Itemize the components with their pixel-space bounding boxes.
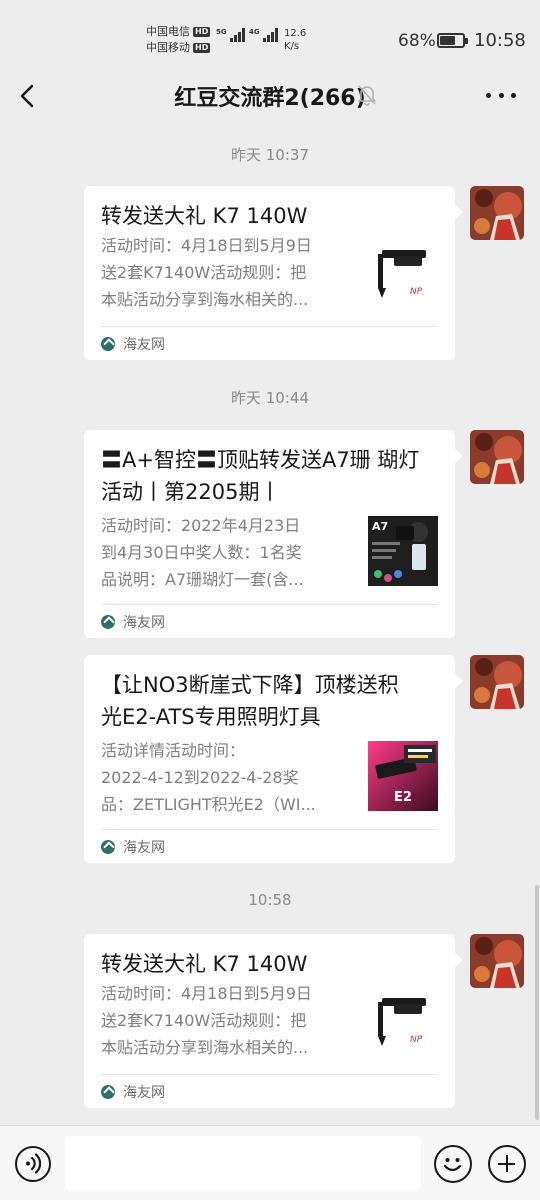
card-thumbnail: E2 <box>368 741 438 811</box>
message-timestamp: 10:58 <box>248 891 292 909</box>
svg-text:E2: E2 <box>394 790 412 805</box>
voice-button[interactable] <box>15 1146 51 1182</box>
message-timestamp: 昨天 10:44 <box>231 389 309 407</box>
avatar[interactable] <box>470 655 524 709</box>
card-title: 【让NO3断崖式下降】顶楼送积 光E2-ATS专用照明灯具 <box>101 673 399 729</box>
status-bar: 中国电信 HD 中国移动 HD 5G 4G 12.6 K/s 68% 10:58 <box>0 0 540 70</box>
emoji-icon <box>443 1158 462 1172</box>
svg-text:NP: NP <box>410 287 423 297</box>
clock: 10:58 <box>474 30 526 51</box>
avatar[interactable] <box>470 186 524 240</box>
card-title: 转发送大礼 K7 140W <box>101 204 308 228</box>
signal-4g-icon: 4G <box>249 28 278 42</box>
signal-5g-icon: 5G <box>216 28 245 42</box>
battery-icon <box>437 33 468 48</box>
carrier-2-label: 中国移动 <box>146 41 190 54</box>
svg-text:A7: A7 <box>372 520 388 533</box>
chat-title: 红豆交流群2(266) <box>174 86 366 111</box>
hd-badge: HD <box>193 43 211 53</box>
card-description: 活动时间：4月18日到5月9日 送2套K7140W活动规则：把 本贴活动分享到海… <box>101 236 312 309</box>
link-card[interactable]: 【让NO3断崖式下降】顶楼送积 光E2-ATS专用照明灯具 活动详情活动时间： … <box>84 655 463 863</box>
message-timestamp: 昨天 10:37 <box>231 146 309 164</box>
card-source: 海友网 <box>101 1082 165 1102</box>
source-logo-icon <box>101 337 115 351</box>
more-icon <box>486 92 491 98</box>
more-button[interactable] <box>486 88 516 102</box>
hd-badge: HD <box>193 27 211 37</box>
card-title: 〓A+智控〓顶贴转发送A7珊 瑚灯 活动丨第2205期丨 <box>101 448 420 504</box>
card-thumbnail: A7 <box>368 516 438 586</box>
card-source: 海友网 <box>101 612 165 632</box>
card-title: 转发送大礼 K7 140W <box>101 952 308 976</box>
card-source: 海友网 <box>101 334 165 354</box>
battery-percent: 68% <box>398 31 436 51</box>
link-card[interactable]: 〓A+智控〓顶贴转发送A7珊 瑚灯 活动丨第2205期丨 活动时间：2022年4… <box>84 430 463 638</box>
link-card[interactable]: 转发送大礼 K7 140W 活动时间：4月18日到5月9日 送2套K7140W活… <box>84 934 463 1108</box>
message-input[interactable] <box>65 1136 421 1190</box>
bell-off-icon <box>357 84 377 106</box>
input-bar <box>0 1125 540 1200</box>
plus-button[interactable] <box>488 1145 526 1183</box>
card-thumbnail: NP <box>368 240 438 310</box>
source-logo-icon <box>101 1085 115 1099</box>
carrier-1-label: 中国电信 <box>146 25 190 38</box>
svg-text:NP: NP <box>410 1035 423 1045</box>
chat-header: 红豆交流群2(266) <box>0 70 540 122</box>
card-description: 活动详情活动时间： 2022-4-12到2022-4-28奖 品：ZETLIGH… <box>101 741 316 814</box>
avatar[interactable] <box>470 934 524 988</box>
voice-icon <box>26 1153 42 1174</box>
scrollbar[interactable] <box>535 885 539 1120</box>
source-logo-icon <box>101 615 115 629</box>
card-thumbnail: NP <box>368 988 438 1058</box>
emoji-button[interactable] <box>434 1145 472 1183</box>
card-source: 海友网 <box>101 837 165 857</box>
source-logo-icon <box>101 840 115 854</box>
link-card[interactable]: 转发送大礼 K7 140W 活动时间：4月18日到5月9日 送2套K7140W活… <box>84 186 463 360</box>
card-description: 活动时间：4月18日到5月9日 送2套K7140W活动规则：把 本贴活动分享到海… <box>101 984 312 1057</box>
carrier-info: 中国电信 HD 中国移动 HD <box>146 24 211 56</box>
card-description: 活动时间：2022年4月23日 到4月30日中奖人数：1名奖 品说明：A7珊瑚灯… <box>101 516 304 589</box>
avatar[interactable] <box>470 430 524 484</box>
network-speed: 12.6 K/s <box>284 28 307 52</box>
